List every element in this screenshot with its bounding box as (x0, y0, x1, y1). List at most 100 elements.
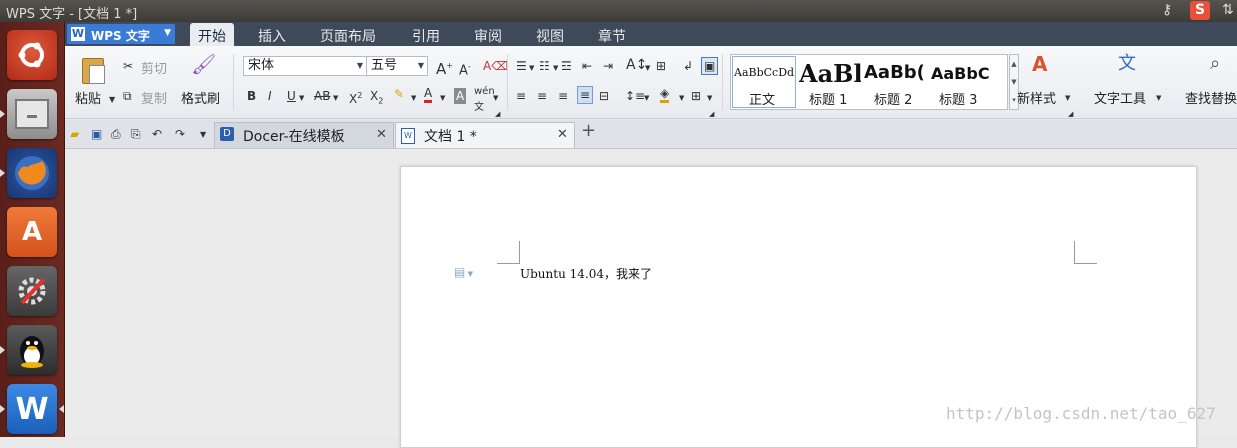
highlight-dropdown-icon[interactable]: ▼ (411, 90, 416, 106)
close-icon[interactable]: ✕ (557, 127, 568, 142)
tab-document-1[interactable]: W 文档 1 * ✕ (395, 122, 575, 148)
firefox-icon[interactable] (7, 148, 57, 198)
new-tab-plus-icon[interactable]: + (581, 122, 596, 140)
text-tools-dropdown-icon[interactable]: ▼ (1156, 90, 1161, 106)
tab-docer-templates[interactable]: D Docer-在线模板 ✕ (214, 122, 394, 148)
line-spacing-dropdown-icon[interactable]: ▼ (644, 90, 649, 106)
chevron-up-icon[interactable]: ▲ (1010, 55, 1018, 73)
table-icon[interactable]: ⊞ (656, 58, 666, 74)
distributed-align-icon[interactable]: ⊟ (599, 88, 609, 104)
strikethrough-icon[interactable]: AB (314, 88, 330, 104)
copy-icon[interactable]: ⧉ (123, 88, 132, 104)
style-normal[interactable]: 正文 (749, 89, 775, 108)
style-heading2[interactable]: 标题 2 (874, 89, 912, 108)
font-color-dropdown-icon[interactable]: ▼ (440, 90, 445, 106)
save-icon[interactable]: ▣ (91, 126, 102, 142)
tab-section[interactable]: 章节 (598, 26, 626, 46)
system-settings-icon[interactable] (7, 266, 57, 316)
clear-format-icon[interactable]: A⌫ (483, 58, 508, 74)
italic-icon[interactable]: I (268, 88, 272, 104)
underline-icon[interactable]: U (287, 88, 296, 104)
text-tools-button[interactable]: 文字工具 (1094, 88, 1146, 107)
highlight-icon[interactable]: ✎ (394, 86, 404, 102)
align-center-icon[interactable]: ≡ (537, 88, 547, 104)
bold-icon[interactable]: B (247, 88, 256, 104)
paste-label[interactable]: 粘贴 (75, 88, 101, 107)
cut-button[interactable]: 剪切 (141, 58, 167, 77)
numbered-list-icon[interactable]: ☷ (539, 58, 550, 74)
font-color-icon[interactable]: A (424, 86, 433, 103)
file-manager-icon[interactable] (7, 89, 57, 139)
text-tools-icon[interactable]: 文 (1118, 55, 1136, 73)
format-painter-icon[interactable]: 🖌 (191, 54, 216, 74)
align-left-icon[interactable]: ≡ (516, 88, 526, 104)
paste-dropdown-icon[interactable]: ▼ (109, 92, 115, 108)
binoculars-icon[interactable]: ⌕ (1210, 55, 1220, 73)
qq-icon[interactable] (7, 325, 57, 375)
new-style-dropdown-icon[interactable]: ▼ (1065, 90, 1070, 106)
quick-access-dropdown-icon[interactable]: ▼ (200, 127, 206, 143)
bullet-list-icon[interactable]: ☰ (516, 58, 527, 74)
style-heading3-preview[interactable]: AaBbC (931, 64, 993, 83)
wps-writer-icon[interactable]: W (7, 384, 57, 434)
copy-button[interactable]: 复制 (141, 88, 167, 107)
new-style-button[interactable]: 新样式 (1017, 88, 1056, 107)
shading-icon[interactable]: ◈ (660, 86, 670, 103)
style-heading3[interactable]: 标题 3 (939, 89, 977, 108)
line-spacing-icon[interactable]: ↕≡ (625, 88, 645, 104)
shading-dropdown-icon[interactable]: ▼ (679, 90, 684, 106)
network-icon[interactable]: ⇅ (1222, 2, 1234, 18)
borders-icon[interactable]: ⊞ (691, 88, 701, 104)
close-icon[interactable]: ✕ (376, 127, 387, 142)
new-style-icon[interactable]: A (1032, 54, 1047, 74)
tab-references[interactable]: 引用 (412, 26, 440, 46)
decrease-indent-icon[interactable]: ⇤ (582, 58, 592, 74)
paragraph-mark-icon[interactable]: ↲ (683, 58, 693, 74)
tab-page-layout[interactable]: 页面布局 (320, 26, 376, 46)
find-replace-button[interactable]: 查找替换 (1185, 88, 1237, 107)
undo-icon[interactable]: ↶ (152, 126, 162, 142)
format-painter-button[interactable]: 格式刷 (181, 88, 220, 107)
multilevel-list-icon[interactable]: ☲ (561, 58, 572, 74)
print-icon[interactable]: ⎙ (111, 126, 121, 142)
font-name-select[interactable]: 宋体 ▼ (243, 56, 367, 76)
style-heading1-preview[interactable]: AaBl (799, 59, 861, 88)
software-center-icon[interactable]: A (7, 207, 57, 257)
font-size-select[interactable]: 五号 ▼ (366, 56, 428, 76)
style-heading2-preview[interactable]: AaBb( (864, 62, 926, 83)
wps-app-menu-button[interactable]: W WPS 文字 ▼ (67, 24, 175, 44)
shrink-font-icon[interactable]: A- (459, 59, 471, 79)
bullet-dropdown-icon[interactable]: ▼ (529, 60, 534, 76)
justify-icon[interactable]: ≡ (577, 86, 594, 104)
phonetic-guide-icon[interactable]: wén 文 (474, 84, 495, 116)
tab-review[interactable]: 审阅 (474, 26, 502, 46)
style-heading1[interactable]: 标题 1 (809, 89, 847, 108)
paragraph-smart-tag-icon[interactable]: ▤ ▼ (454, 265, 473, 279)
phonetic-dropdown-icon[interactable]: ▼ (493, 90, 498, 106)
borders-dropdown-icon[interactable]: ▼ (707, 90, 712, 106)
document-canvas[interactable]: ▤ ▼ Ubuntu 14.04，我来了 (65, 149, 1237, 448)
superscript-icon[interactable]: X2 (349, 88, 362, 107)
tab-insert[interactable]: 插入 (258, 26, 286, 46)
character-shading-icon[interactable]: A (454, 88, 467, 104)
open-folder-icon[interactable]: ▰ (70, 126, 79, 142)
tab-view[interactable]: 视图 (536, 26, 564, 46)
cut-icon[interactable]: ✂ (123, 58, 133, 74)
underline-dropdown-icon[interactable]: ▼ (299, 90, 304, 106)
print-preview-icon[interactable]: ⎘ (131, 126, 141, 142)
text-box-icon[interactable]: ▣ (701, 57, 719, 75)
key-icon[interactable]: ⚷ (1162, 2, 1172, 18)
subscript-icon[interactable]: X2 (370, 88, 383, 109)
numbered-dropdown-icon[interactable]: ▼ (553, 60, 558, 76)
redo-icon[interactable]: ↷ (175, 126, 185, 142)
change-case-dropdown-icon[interactable]: ▼ (645, 60, 650, 76)
increase-indent-icon[interactable]: ⇥ (603, 58, 613, 74)
tab-start[interactable]: 开始 (190, 23, 234, 46)
paste-button[interactable] (80, 56, 106, 84)
style-normal-preview[interactable]: AaBbCcDd (734, 66, 796, 79)
sogou-ime-icon[interactable]: S (1190, 1, 1210, 20)
document-body-text[interactable]: Ubuntu 14.04，我来了 (520, 265, 652, 282)
ubuntu-dash-icon[interactable] (7, 30, 57, 80)
align-right-icon[interactable]: ≡ (558, 88, 568, 104)
grow-font-icon[interactable]: A+ (436, 58, 453, 77)
